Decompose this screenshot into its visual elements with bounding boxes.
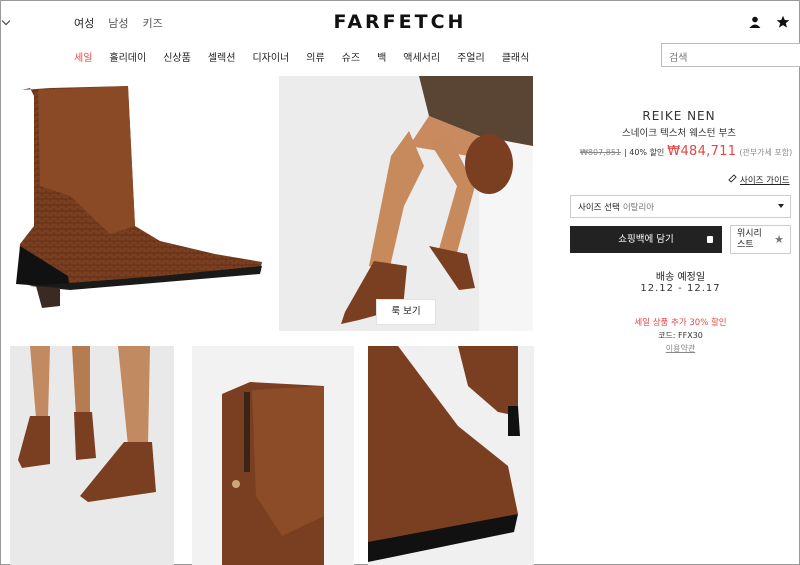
nav-item-jewelry[interactable]: 주얼리 — [457, 49, 485, 64]
size-select-label: 사이즈 선택 — [578, 203, 620, 213]
nav-item-new-in[interactable]: 신상품 — [163, 49, 191, 64]
product-image-side[interactable] — [10, 76, 268, 331]
terms-link[interactable]: 이용약관 — [570, 343, 791, 354]
original-price: ₩807,851 — [580, 148, 621, 157]
nav-item-bags[interactable]: 백 — [377, 49, 386, 64]
size-guide-label: 사이즈 가이드 — [740, 176, 790, 186]
nav-item-holiday[interactable]: 홀리데이 — [109, 49, 146, 64]
nav-item-designers[interactable]: 디자이너 — [252, 49, 289, 64]
promo-text: 세일 상품 추가 30% 할인 — [634, 318, 727, 328]
size-guide-link[interactable]: 사이즈 가이드 — [728, 174, 790, 186]
star-icon: ★ — [774, 233, 784, 246]
tax-note: (관부가세 포함) — [739, 148, 793, 157]
nav-item-selection[interactable]: 셀렉션 — [208, 49, 236, 64]
product-name: 스네이크 텍스처 웨스턴 부츠 — [622, 128, 736, 139]
tab-men[interactable]: 남성 — [108, 15, 128, 31]
ruler-icon — [728, 174, 737, 186]
user-icon[interactable] — [748, 14, 762, 28]
gender-tabs: 여성 남성 키즈 — [74, 15, 163, 31]
nav-item-clothing[interactable]: 의류 — [306, 49, 324, 64]
nav-item-classic[interactable]: 클래식 — [502, 49, 530, 64]
add-to-bag-button[interactable]: 쇼핑백에 담기 — [570, 226, 722, 253]
lock-icon — [707, 236, 713, 243]
star-icon[interactable] — [776, 14, 790, 28]
search-input[interactable]: 검색 — [661, 43, 800, 67]
product-image-toe-detail[interactable] — [368, 346, 534, 565]
price-row: ₩807,851 | 40% 할인 ₩484,711 (관부가세 포함) — [580, 144, 793, 159]
size-select-dropdown[interactable]: 사이즈 선택 이탈리아 — [570, 195, 791, 218]
nav-item-shoes[interactable]: 슈즈 — [342, 49, 360, 64]
header-icons — [748, 14, 790, 28]
shipping-dates: 12.12 - 12.17 — [640, 283, 721, 294]
wishlist-button[interactable]: 위시리 스트 ★ — [730, 225, 791, 254]
shipping-title: 배송 예정일 — [655, 272, 706, 283]
size-select-placeholder: 이탈리아 — [622, 203, 655, 213]
category-nav: 세일 홀리데이 신상품 셀렉션 디자이너 의류 슈즈 백 액세서리 주얼리 클래… — [74, 49, 546, 64]
product-image-back-detail[interactable] — [192, 346, 354, 565]
promo-code: 코드: FFX30 — [658, 331, 703, 340]
product-brand[interactable]: REIKE NEN — [564, 109, 794, 123]
sale-price: ₩484,711 — [667, 144, 737, 159]
product-image-model[interactable] — [279, 76, 533, 331]
nav-item-accessories[interactable]: 액세서리 — [403, 49, 440, 64]
farfetch-logo[interactable]: FARFETCH — [330, 11, 470, 33]
nav-item-sale[interactable]: 세일 — [74, 49, 92, 64]
tab-women[interactable]: 여성 — [74, 15, 94, 31]
product-image-pair[interactable] — [10, 346, 174, 565]
look-button[interactable]: 룩 보기 — [376, 299, 436, 325]
caret-down-icon — [778, 204, 784, 208]
tab-kids[interactable]: 키즈 — [143, 15, 163, 31]
add-to-bag-label: 쇼핑백에 담기 — [618, 234, 674, 245]
discount-label: | 40% 할인 — [624, 148, 665, 157]
